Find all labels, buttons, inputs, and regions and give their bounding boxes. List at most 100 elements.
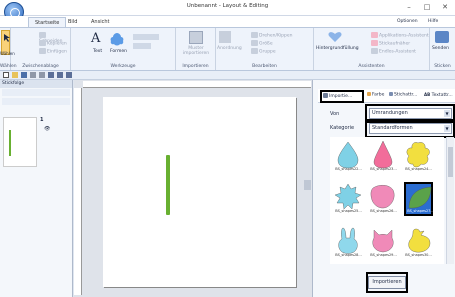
von-dropdown[interactable]: Umrandungen ▼ [369, 108, 452, 119]
cursor-icon [4, 34, 10, 42]
shape-tile-5[interactable]: BS_shapes26... [369, 182, 398, 216]
hoop-page[interactable] [103, 97, 296, 287]
bunny-shape-icon [338, 227, 358, 254]
hilfe-menu[interactable]: Hilfe [428, 19, 438, 24]
text-tool-label: Text [93, 49, 103, 54]
import-tab-icon [323, 93, 328, 98]
drehen-button[interactable]: Drehen/Kippen [251, 32, 293, 39]
stickfolge-panel: Stickfolge 1 👁 [0, 80, 73, 297]
tab-farbe[interactable]: Farbe [367, 92, 384, 98]
patch-icon [371, 40, 378, 46]
endlos-button[interactable]: Endlos-Assistent [371, 48, 416, 55]
group-werkzeuge: A Text Formen Werkzeuge [71, 28, 176, 70]
send-icon[interactable] [435, 31, 449, 43]
text-tool-icon[interactable]: A [91, 31, 100, 46]
shape-caption: BS_shapes28... [335, 253, 362, 257]
gallery-scroll-thumb[interactable] [448, 147, 453, 177]
canvas-scrollbar[interactable] [304, 180, 311, 190]
zoom-tools[interactable] [133, 34, 159, 40]
grid-icon[interactable] [57, 72, 63, 78]
group-label-bearbeiten: Bearbeiten [252, 64, 277, 69]
heart-icon[interactable] [328, 31, 342, 43]
rotate-icon [251, 32, 258, 38]
cat-shape-icon [372, 229, 394, 253]
stickfolge-item[interactable] [3, 117, 37, 167]
scissors-icon [39, 32, 46, 38]
scribble-shape-icon [370, 185, 395, 209]
shape-caption: BS_shapes26... [370, 209, 397, 213]
group-label-import: Importieren [182, 64, 209, 69]
stickfolge-item-number: 1 [40, 117, 44, 123]
ruler-horizontal [83, 81, 311, 88]
ruler-vertical [74, 88, 82, 295]
chevron-down-icon-2: ▼ [444, 125, 450, 132]
group-label-waehlen: Wählen [0, 64, 17, 69]
copy-icon [39, 40, 46, 46]
resize-icon [251, 40, 258, 46]
tab-startseite[interactable]: Startseite [28, 17, 67, 27]
anordnung-icon[interactable] [219, 31, 231, 43]
window-title: Unbenannt - Layout & Editing [186, 3, 269, 9]
open-icon[interactable] [12, 72, 18, 78]
stickfolge-toolbar[interactable] [2, 89, 70, 96]
stickfolge-toolbar-2[interactable] [2, 98, 70, 105]
shape-caption: BS_shapes29... [370, 253, 397, 257]
sun-shape-icon [334, 183, 362, 210]
save-icon[interactable] [21, 72, 27, 78]
shape-tile-3[interactable]: BS_shapes24... [404, 140, 433, 174]
group-label-tools: Werkzeuge [110, 64, 136, 69]
hintergrund-button[interactable]: Hintergrundfüllung [316, 46, 359, 51]
eye-icon[interactable]: 👁 [44, 126, 50, 132]
tab-importieren[interactable]: Importie... [320, 90, 364, 103]
stickfolge-thumbnail [9, 130, 11, 156]
link-tools[interactable] [133, 43, 151, 49]
stickaufnaeher-button[interactable]: Stickaufnäher [371, 40, 410, 47]
drop-shape-icon [337, 141, 359, 168]
optionen-menu[interactable]: Optionen [397, 19, 418, 24]
duck-shape-icon [408, 228, 431, 253]
stickfolge-title: Stickfolge [0, 80, 72, 88]
kategorie-label: Kategorie [330, 125, 355, 131]
paste-icon [39, 48, 46, 54]
applikation-button[interactable]: Applikations-Assistent [371, 32, 429, 39]
anordnung-button[interactable]: Anordnung [217, 46, 242, 51]
minimize-button[interactable]: – [402, 2, 416, 13]
copy-button[interactable]: Kopieren [39, 40, 67, 47]
new-file-icon[interactable] [3, 72, 9, 78]
importieren-button[interactable]: Importieren [368, 276, 406, 289]
senden-button[interactable]: Senden [432, 46, 449, 51]
tab-bild[interactable]: Bild [62, 17, 83, 27]
shape-caption: BS_shapes25... [335, 209, 362, 213]
shapes-icon[interactable] [109, 31, 125, 47]
shape-tile-7[interactable]: BS_shapes28... [334, 226, 363, 260]
group-bearbeiten: Anordnung Drehen/Kippen Größe Gruppe Bea… [216, 28, 314, 70]
kategorie-dropdown[interactable]: Standardformen ▼ [369, 123, 452, 134]
gallery-scrollbar[interactable] [446, 137, 454, 264]
tab-ansicht[interactable]: Ansicht [85, 17, 115, 27]
help-icon[interactable] [66, 72, 72, 78]
gruppe-button[interactable]: Gruppe [251, 48, 276, 55]
shape-tile-4[interactable]: BS_shapes25... [334, 182, 363, 216]
redo-icon[interactable] [39, 72, 45, 78]
blob-shape-icon [406, 142, 430, 168]
muster-import-button[interactable]: Muster importieren [178, 46, 214, 56]
green-line-shape[interactable] [166, 155, 170, 215]
group-zwischenablage: Schneiden Kopieren Einfügen Zwischenabla… [11, 28, 71, 70]
shape-tile-9[interactable]: BS_shapes30... [404, 226, 433, 260]
muster-icon[interactable] [189, 31, 203, 44]
undo-icon[interactable] [30, 72, 36, 78]
tab-textattr[interactable]: AB Textattr... [424, 92, 453, 98]
shape-tile-2[interactable]: BS_shapes23... [369, 140, 398, 174]
shape-tile-8[interactable]: BS_shapes29... [369, 226, 398, 260]
paste-button[interactable]: Einfügen [39, 48, 67, 55]
view-icon[interactable] [48, 72, 54, 78]
close-button[interactable]: ✕ [438, 2, 452, 13]
shape-caption: BS_shapes24... [405, 167, 432, 171]
group-label-clipboard: Zwischenablage [22, 64, 59, 69]
shape-caption: BS_shapes30... [405, 253, 432, 257]
shape-tile-1[interactable]: BS_shapes22... [334, 140, 363, 174]
maximize-button[interactable]: □ [420, 2, 434, 13]
tab-stichattr[interactable]: Stichattr... [389, 92, 417, 98]
shape-tile-6[interactable]: BS_shapes27... [404, 182, 434, 216]
groesse-button[interactable]: Größe [251, 40, 273, 47]
